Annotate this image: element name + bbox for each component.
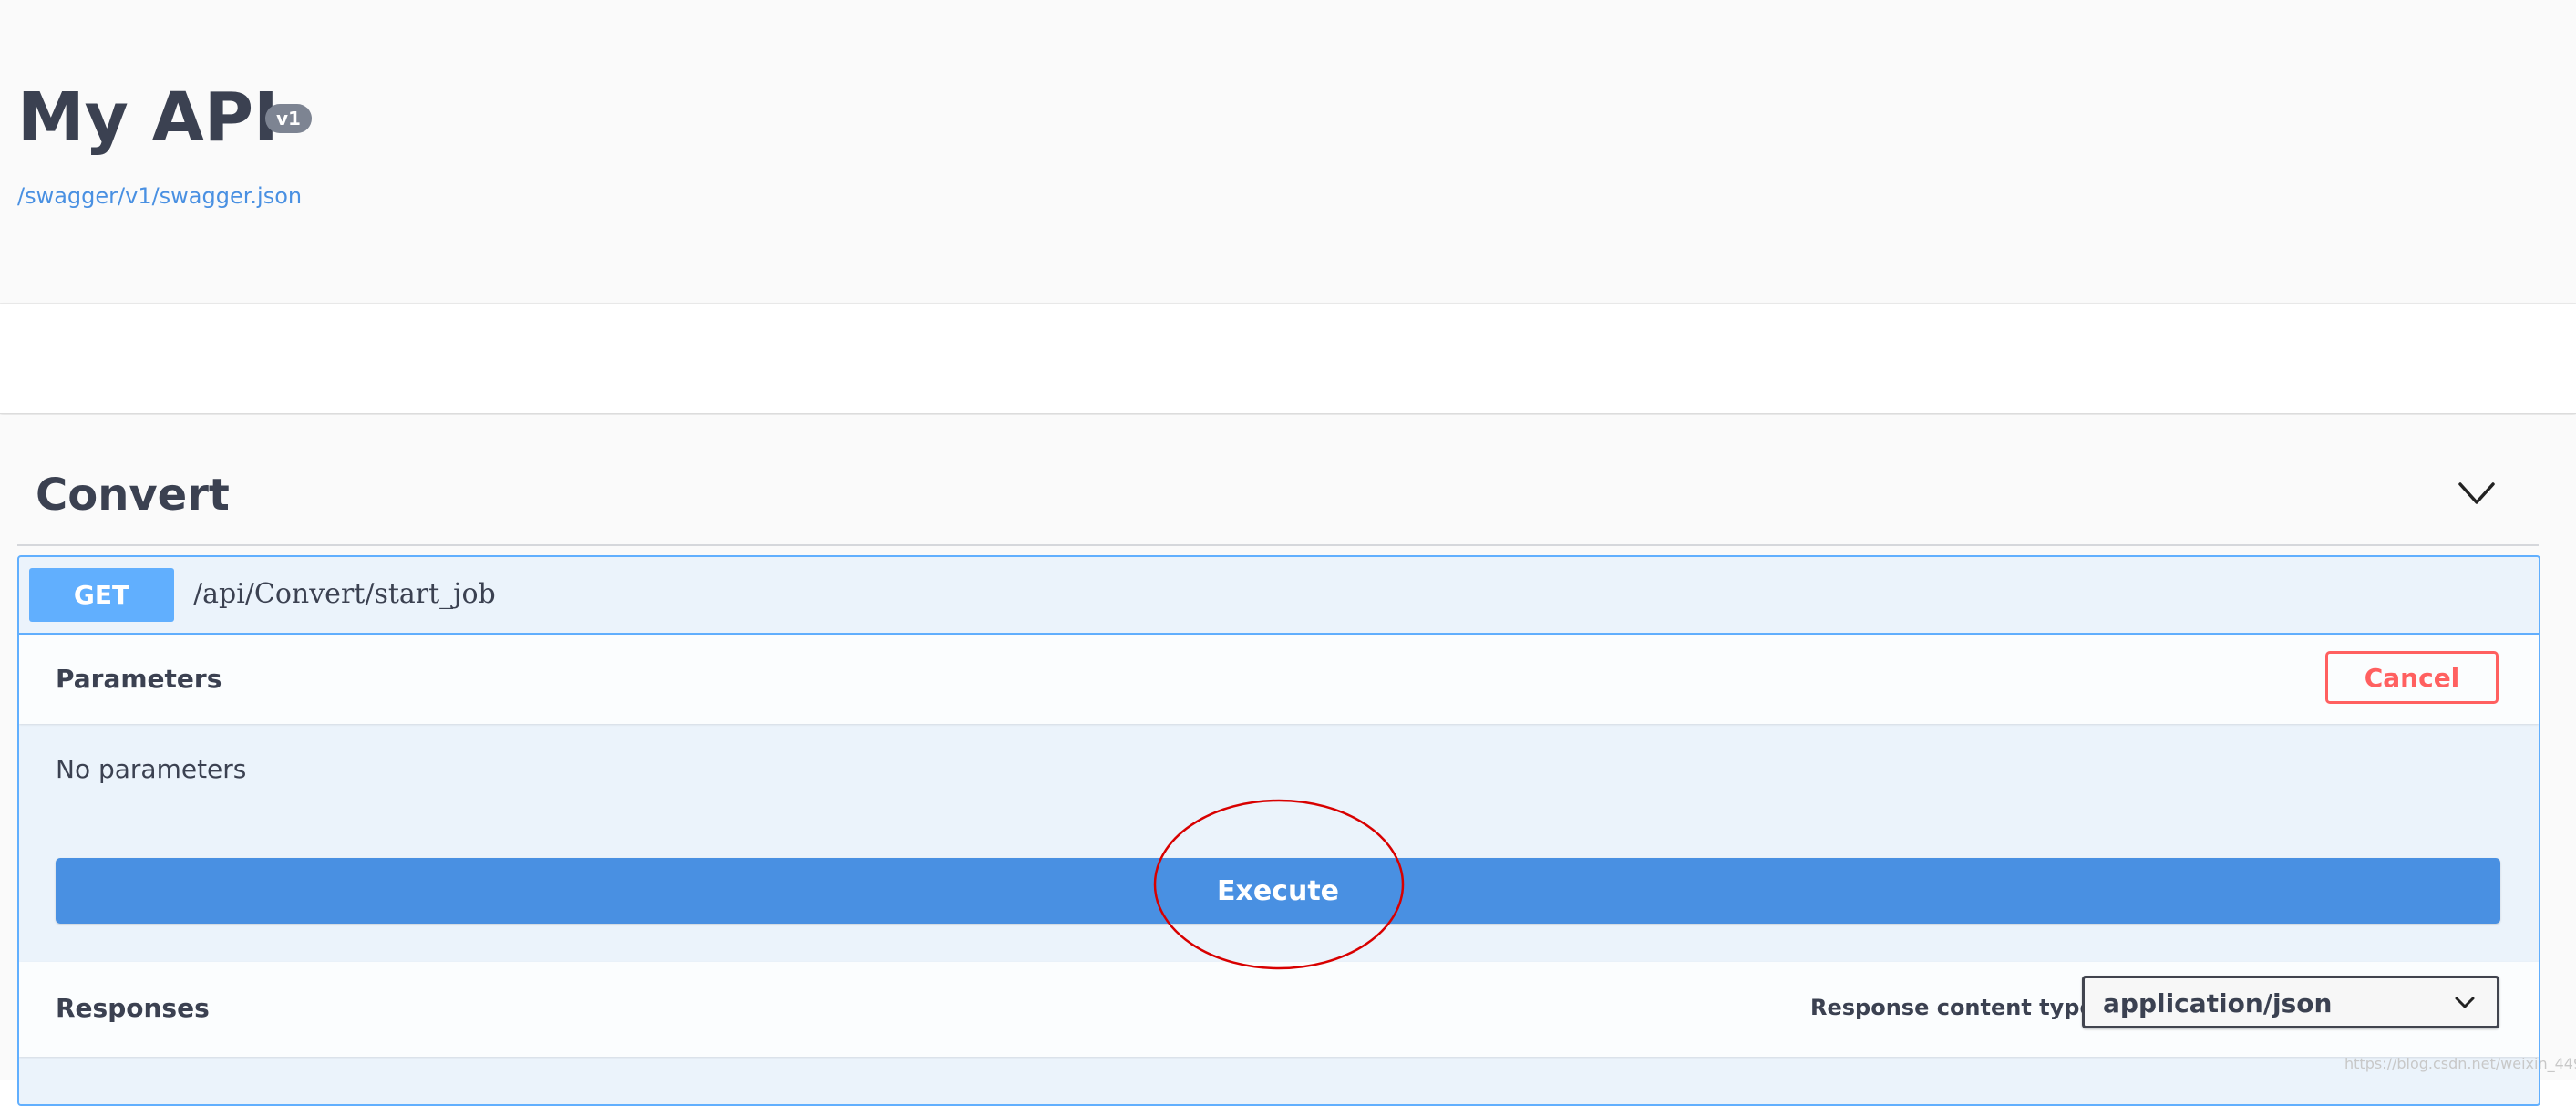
responses-header: Responses Response content type applicat…	[19, 962, 2539, 1057]
parameters-title: Parameters	[56, 664, 222, 694]
parameters-header: Parameters Cancel	[19, 635, 2539, 724]
version-badge: v1	[265, 104, 312, 133]
chevron-down-icon	[2455, 997, 2475, 1008]
response-content-type-select[interactable]: application/json	[2082, 976, 2499, 1028]
scheme-container	[0, 304, 2576, 414]
watermark: https://blog.csdn.net/weixin_44933040	[2344, 1055, 2576, 1072]
execute-button[interactable]: Execute	[56, 858, 2500, 924]
endpoint-path: /api/Convert/start_job	[193, 578, 496, 610]
http-method-badge: GET	[29, 568, 174, 622]
response-content-type-label: Response content type	[1810, 995, 2095, 1020]
cancel-button[interactable]: Cancel	[2325, 651, 2499, 704]
operation-summary[interactable]: GET /api/Convert/start_job	[19, 557, 2539, 635]
responses-title: Responses	[56, 993, 210, 1023]
tag-title: Convert	[36, 470, 230, 521]
swagger-json-link[interactable]: /swagger/v1/swagger.json	[17, 183, 302, 209]
tag-section-convert[interactable]: Convert	[17, 429, 2539, 546]
no-parameters-text: No parameters	[56, 754, 247, 784]
api-title: My API	[17, 78, 279, 157]
chevron-down-icon[interactable]	[2458, 482, 2495, 506]
response-content-type-value: application/json	[2103, 988, 2333, 1018]
operation-get-start-job: GET /api/Convert/start_job Parameters Ca…	[17, 555, 2540, 1106]
api-info-section: My API v1 /swagger/v1/swagger.json	[0, 0, 2576, 304]
